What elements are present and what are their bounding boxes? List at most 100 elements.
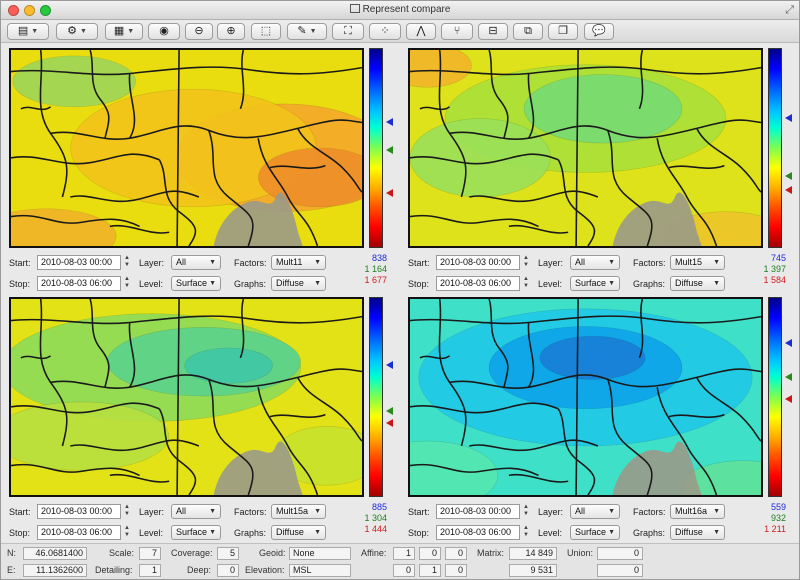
start-time-stepper[interactable]: ▲ ▼ [123, 255, 131, 270]
graphs-select[interactable]: Diffuse ▼ [670, 276, 725, 291]
map-view[interactable] [9, 48, 364, 248]
contour-region [12, 55, 136, 108]
stop-time-stepper[interactable]: ▲ ▼ [123, 276, 131, 291]
affine-field: 0 [419, 547, 441, 560]
union-field: 0 [597, 547, 643, 560]
start-time-field[interactable]: 2010-08-03 00:00 [436, 255, 520, 270]
map-view[interactable] [9, 297, 364, 497]
matrix-label: Matrix: [477, 548, 504, 558]
comment-icon: 💬 [592, 25, 606, 37]
copy-button[interactable]: ❐ [548, 23, 578, 40]
start-label: Start: [9, 258, 31, 268]
blue-threshold-marker[interactable] [386, 361, 393, 369]
stop-time-stepper[interactable]: ▲ ▼ [522, 525, 530, 540]
layer-select[interactable]: All ▼ [570, 504, 620, 519]
chevron-down-icon: ▼ [314, 259, 321, 266]
max-value: 1 677 [364, 275, 387, 285]
stop-time-field[interactable]: 2010-08-03 06:00 [436, 525, 520, 540]
stop-time-field[interactable]: 2010-08-03 06:00 [436, 276, 520, 291]
red-threshold-marker[interactable] [386, 189, 393, 197]
layer-select[interactable]: All ▼ [171, 255, 221, 270]
red-threshold-marker[interactable] [785, 395, 792, 403]
level-select[interactable]: Surface ▼ [171, 525, 221, 540]
graphs-value: Diffuse [675, 278, 703, 288]
level-select[interactable]: Surface ▼ [171, 276, 221, 291]
stop-time-field[interactable]: 2010-08-03 06:00 [37, 276, 121, 291]
stop-time-field[interactable]: 2010-08-03 06:00 [37, 525, 121, 540]
green-threshold-marker[interactable] [785, 373, 792, 381]
red-threshold-marker[interactable] [785, 186, 792, 194]
factors-select[interactable]: Mult15 ▼ [670, 255, 725, 270]
start-time-stepper[interactable]: ▲ ▼ [123, 504, 131, 519]
geoid-field: None [289, 547, 351, 560]
zoom-in-button[interactable]: ⊕ [217, 23, 245, 40]
union-label: Union: [567, 548, 594, 558]
level-select[interactable]: Surface ▼ [570, 525, 620, 540]
start-time-field[interactable]: 2010-08-03 00:00 [37, 504, 121, 519]
chevron-down-icon: ▼ [209, 280, 216, 287]
settings-button[interactable]: ⚙ ▼ [56, 23, 98, 40]
contour-region [539, 335, 646, 380]
grid-button[interactable]: ▦ ▼ [105, 23, 143, 40]
scale-field: 7 [139, 547, 161, 560]
chevron-down-icon: ▼ [608, 280, 615, 287]
graphs-select[interactable]: Diffuse ▼ [271, 525, 326, 540]
graphs-select[interactable]: Diffuse ▼ [271, 276, 326, 291]
level-value: Surface [575, 527, 607, 537]
mid-value: 932 [770, 513, 786, 523]
window-button[interactable]: ⧉ [513, 23, 543, 40]
elevation-field: MSL [289, 564, 351, 577]
zoom-out-button[interactable]: ⊖ [185, 23, 213, 40]
blue-threshold-marker[interactable] [785, 114, 792, 122]
branch-button[interactable]: ⑂ [441, 23, 473, 40]
selection-icon: ⬚ [260, 25, 272, 37]
layer-select[interactable]: All ▼ [171, 504, 221, 519]
blue-threshold-marker[interactable] [386, 118, 393, 126]
green-threshold-marker[interactable] [386, 146, 393, 154]
start-time-stepper[interactable]: ▲ ▼ [522, 504, 530, 519]
start-time-field[interactable]: 2010-08-03 00:00 [37, 255, 121, 270]
stop-time-stepper[interactable]: ▲ ▼ [123, 525, 131, 540]
affine-field: 1 [419, 564, 441, 577]
deep-field: 0 [217, 564, 239, 577]
map-view[interactable] [408, 48, 763, 248]
factors-select[interactable]: Mult15a ▼ [271, 504, 326, 519]
draw-button[interactable]: ✎ ▼ [287, 23, 327, 40]
factors-select[interactable]: Mult16a ▼ [670, 504, 725, 519]
fullscreen-icon[interactable]: ⤢ [785, 4, 794, 17]
compare-icon [349, 4, 360, 13]
filter-button[interactable]: ⊟ [478, 23, 508, 40]
layer-label: Layer: [538, 258, 564, 268]
layer-value: All [575, 506, 586, 516]
red-threshold-marker[interactable] [386, 419, 393, 427]
panel-toggle-button[interactable]: ▤ ▼ [7, 23, 49, 40]
filter-icon: ⊟ [488, 25, 498, 37]
window-title: Represent compare [362, 4, 451, 15]
chevron-down-icon: ▼ [713, 508, 720, 515]
start-time-field[interactable]: 2010-08-03 00:00 [436, 504, 520, 519]
factors-select[interactable]: Mult11 ▼ [271, 255, 326, 270]
layer-value: All [176, 257, 187, 267]
green-threshold-marker[interactable] [386, 407, 393, 415]
graphs-select[interactable]: Diffuse ▼ [670, 525, 725, 540]
map-view[interactable] [408, 297, 763, 497]
start-time-stepper[interactable]: ▲ ▼ [522, 255, 530, 270]
level-select[interactable]: Surface ▼ [570, 276, 620, 291]
stop-label: Stop: [9, 279, 31, 289]
graphs-value: Diffuse [276, 527, 304, 537]
detailing-field: 1 [139, 564, 161, 577]
stop-time-stepper[interactable]: ▲ ▼ [522, 276, 530, 291]
selection-button[interactable]: ⬚ [251, 23, 281, 40]
coverage-field: 5 [217, 547, 239, 560]
contour-region [184, 347, 273, 384]
factors-value: Mult15 [675, 257, 703, 267]
color-scale-bar [768, 48, 782, 248]
nodes-button[interactable]: ⋀ [406, 23, 436, 40]
layer-select[interactable]: All ▼ [570, 255, 620, 270]
green-threshold-marker[interactable] [785, 172, 792, 180]
comment-button[interactable]: 💬 [584, 23, 614, 40]
transform-button[interactable]: ⛶ [332, 23, 364, 40]
blue-threshold-marker[interactable] [785, 339, 792, 347]
points-button[interactable]: ⁘ [369, 23, 401, 40]
view-button[interactable]: ◉ [148, 23, 180, 40]
